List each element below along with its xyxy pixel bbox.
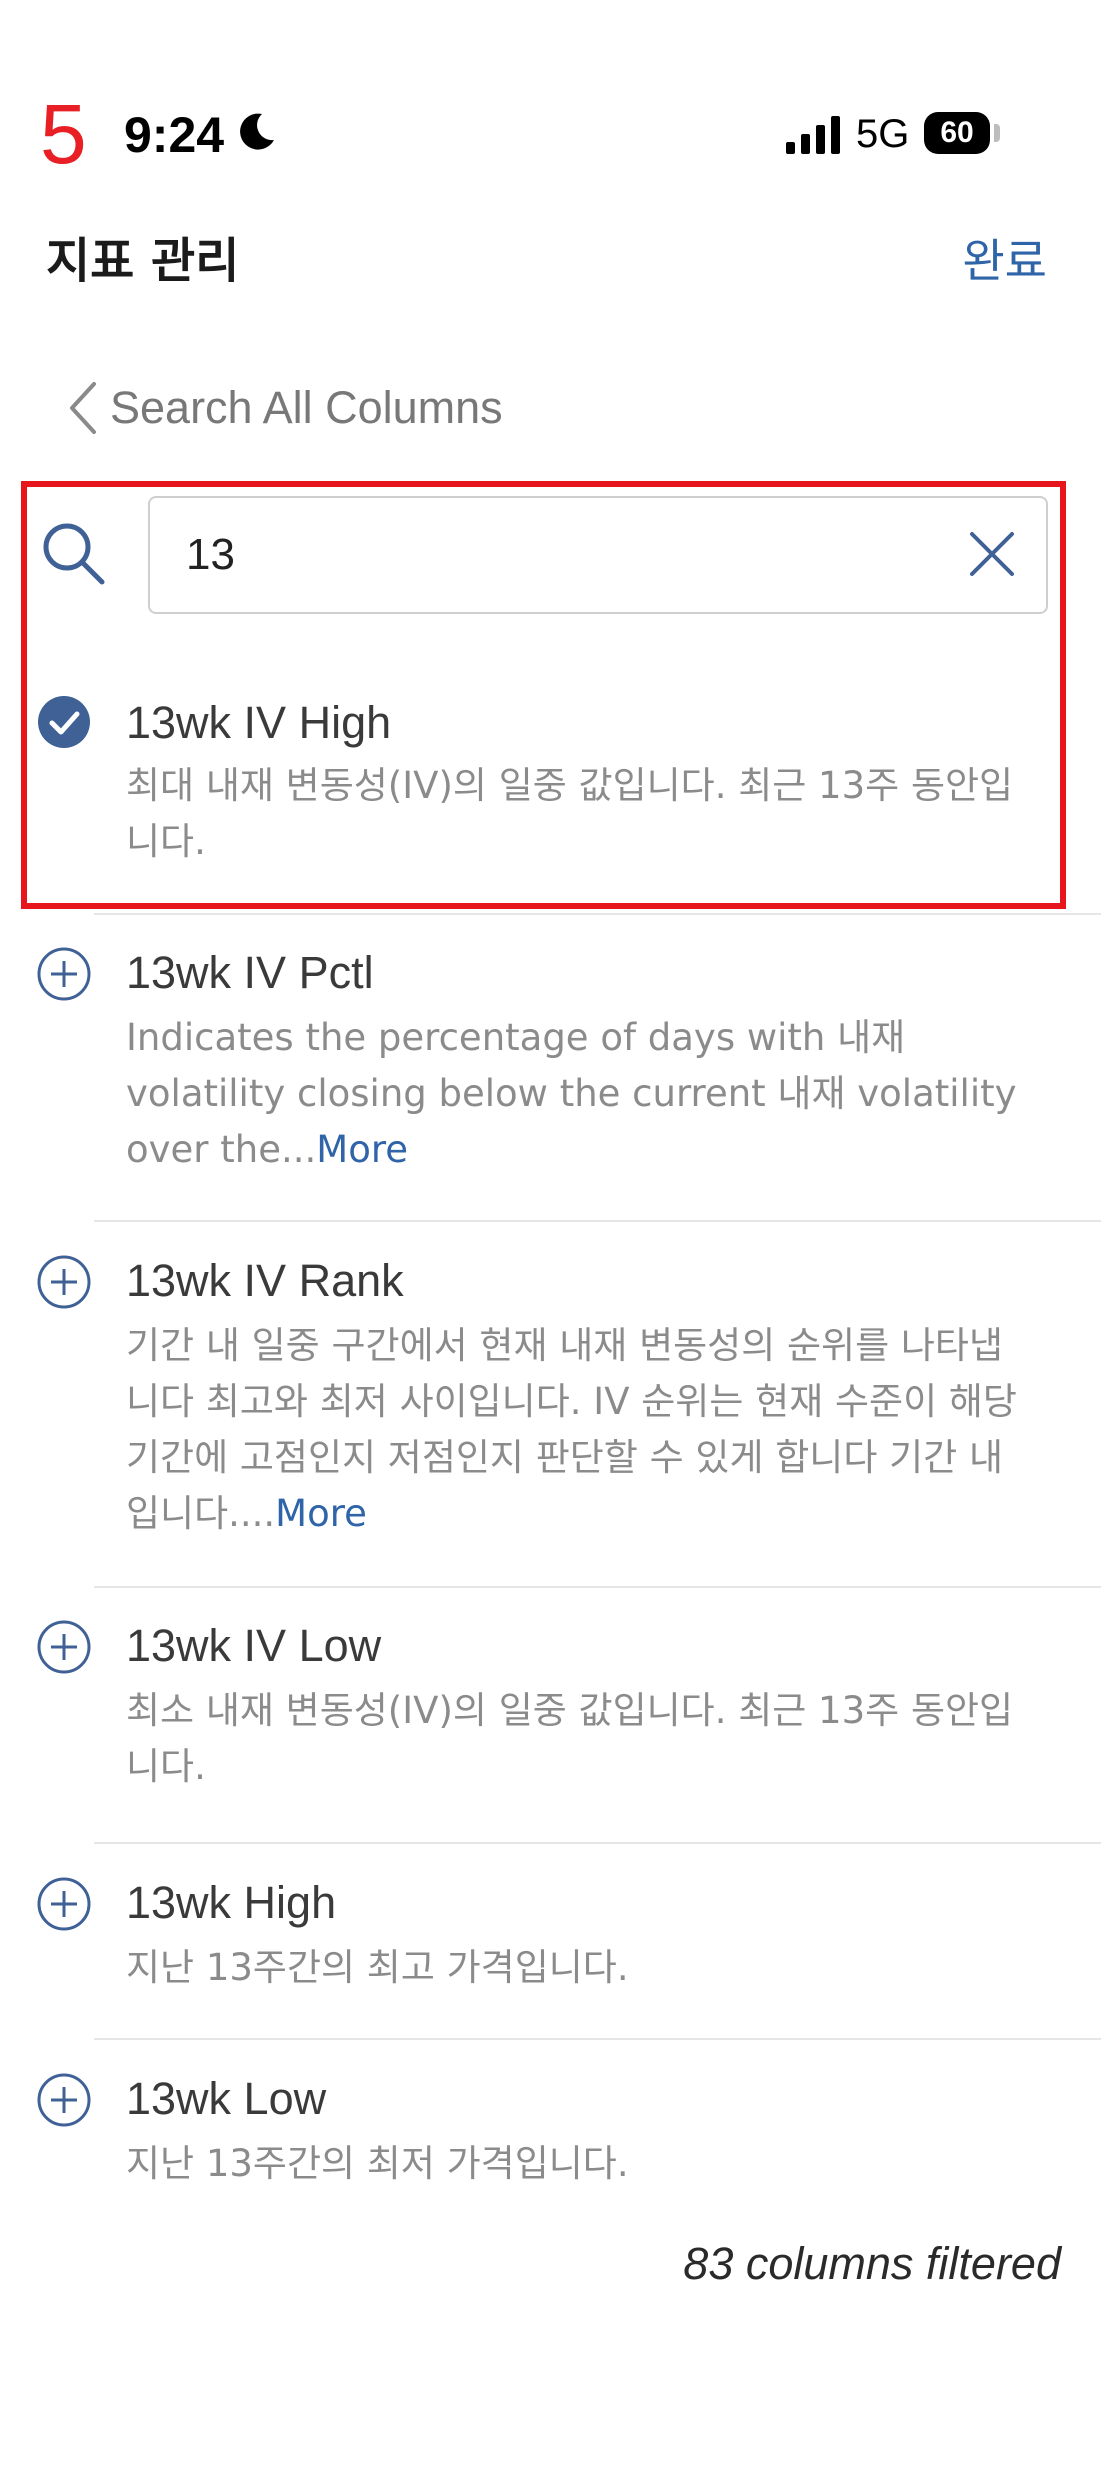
more-link[interactable]: More: [275, 1492, 367, 1535]
desc-line: 기간에 고점인지 저점인지 판단할 수 있게 합니다 기간 내: [126, 1436, 1004, 1479]
search-icon: [43, 523, 105, 585]
item-title: 13wk IV Pctl: [126, 947, 374, 998]
item-description: 최대 내재 변동성(IV)의 일중 값입니다. 최근 13주 동안입 니다.: [126, 758, 1056, 870]
desc-line: 최소 내재 변동성(IV)의 일중 값입니다. 최근 13주 동안입: [126, 1689, 1014, 1732]
item-title: 13wk High: [126, 1877, 337, 1928]
search-field: [148, 496, 1048, 614]
checkmark-circle-icon[interactable]: [36, 694, 92, 750]
done-button[interactable]: 완료: [962, 233, 1047, 289]
item-description: 지난 13주간의 최저 가격입니다.: [126, 2136, 1056, 2192]
divider: [94, 2038, 1101, 2040]
desc-line: 입니다....More: [126, 1486, 1056, 1542]
desc-line: 최대 내재 변동성(IV)의 일중 값입니다. 최근 13주 동안입: [126, 764, 1014, 807]
plus-circle-icon[interactable]: [36, 1876, 92, 1932]
divider: [94, 1220, 1101, 1222]
item-description: Indicates the percentage of days with 내재…: [126, 1010, 1056, 1178]
desc-line: volatility closing below the current 내재 …: [126, 1072, 1017, 1115]
desc-line: 지난 13주간의 최저 가격입니다.: [126, 2142, 629, 2185]
item-title: 13wk IV High: [126, 697, 392, 748]
list-item[interactable]: 13wk IV Pctl Indicates the percentage of…: [0, 942, 1101, 1182]
search-input[interactable]: [186, 498, 946, 612]
desc-line: 지난 13주간의 최고 가격입니다.: [126, 1946, 629, 1989]
signal-icon: [786, 116, 840, 154]
desc-text: 입니다....: [126, 1492, 276, 1535]
list-item[interactable]: 13wk IV Low 최소 내재 변동성(IV)의 일중 값입니다. 최근 1…: [0, 1615, 1101, 1795]
list-item[interactable]: 13wk IV High 최대 내재 변동성(IV)의 일중 값입니다. 최근 …: [0, 690, 1101, 870]
plus-circle-icon[interactable]: [36, 946, 92, 1002]
step-number: 5: [40, 87, 87, 181]
desc-line: 니다.: [126, 820, 206, 863]
desc-line: 니다 최고와 최저 사이입니다. IV 순위는 현재 수준이 해당: [126, 1380, 1017, 1423]
desc-line: 니다.: [126, 1745, 206, 1788]
back-label: Search All Columns: [110, 382, 503, 433]
plus-circle-icon[interactable]: [36, 1619, 92, 1675]
divider: [94, 1586, 1101, 1588]
desc-line: over the...More: [126, 1122, 1056, 1178]
desc-line: 기간 내 일중 구간에서 현재 내재 변동성의 순위를 나타냅: [126, 1324, 1004, 1367]
list-item[interactable]: 13wk Low 지난 13주간의 최저 가격입니다.: [0, 2068, 1101, 2198]
screen: 5 9:24 5G 60 지표 관리 완료 Search All Columns: [0, 0, 1101, 2489]
item-title: 13wk Low: [126, 2073, 327, 2124]
divider: [94, 1842, 1101, 1844]
desc-line: Indicates the percentage of days with 내재: [126, 1016, 906, 1059]
item-description: 지난 13주간의 최고 가격입니다.: [126, 1940, 1056, 1996]
network-label: 5G: [856, 112, 910, 156]
battery-icon: 60: [924, 112, 990, 154]
divider: [94, 913, 1101, 915]
item-title: 13wk IV Rank: [126, 1255, 404, 1306]
item-title: 13wk IV Low: [126, 1620, 382, 1671]
item-description: 기간 내 일중 구간에서 현재 내재 변동성의 순위를 나타냅 니다 최고와 최…: [126, 1318, 1056, 1542]
back-button[interactable]: Search All Columns: [66, 378, 503, 438]
filtered-count: 83 columns filtered: [683, 2238, 1061, 2289]
moon-icon: [240, 113, 274, 150]
close-icon[interactable]: [966, 528, 1018, 580]
more-link[interactable]: More: [316, 1128, 408, 1171]
item-description: 최소 내재 변동성(IV)의 일중 값입니다. 최근 13주 동안입 니다.: [126, 1683, 1056, 1795]
battery-tip: [994, 124, 1000, 142]
list-item[interactable]: 13wk IV Rank 기간 내 일중 구간에서 현재 내재 변동성의 순위를…: [0, 1250, 1101, 1550]
plus-circle-icon[interactable]: [36, 1254, 92, 1310]
chevron-left-icon: [70, 382, 96, 434]
status-time: 9:24: [124, 107, 225, 163]
plus-circle-icon[interactable]: [36, 2072, 92, 2128]
page-title: 지표 관리: [46, 233, 240, 289]
list-item[interactable]: 13wk High 지난 13주간의 최고 가격입니다.: [0, 1872, 1101, 2002]
desc-text: over the...: [126, 1128, 317, 1171]
